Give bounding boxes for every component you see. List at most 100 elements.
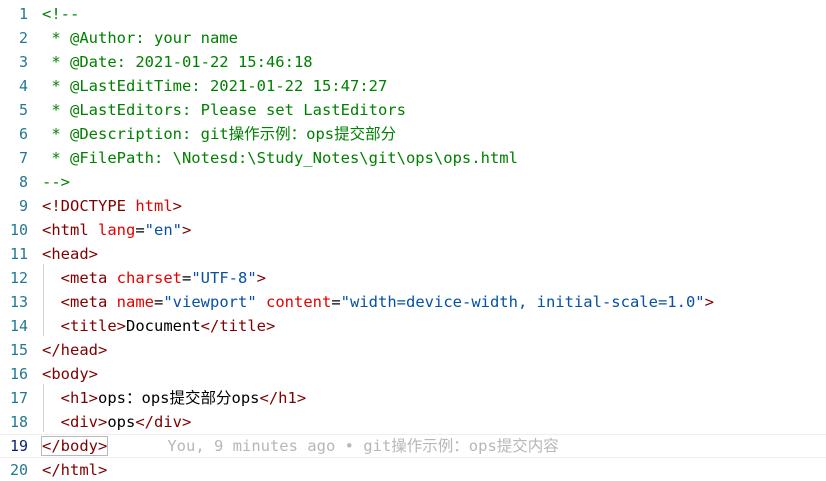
code-line[interactable]: 7 * @FilePath: \Notesd:\Study_Notes\git\… bbox=[0, 146, 826, 170]
code-token: = bbox=[153, 293, 164, 311]
line-number: 18 bbox=[9, 413, 28, 431]
code-line[interactable]: 4 * @LastEditTime: 2021-01-22 15:47:27 bbox=[0, 74, 826, 98]
line-number: 3 bbox=[18, 53, 28, 71]
code-line[interactable]: 17 <h1>ops：ops提交部分ops</h1> bbox=[0, 386, 826, 410]
code-token: > bbox=[256, 269, 266, 287]
line-number: 9 bbox=[18, 197, 28, 215]
code-token: charset bbox=[116, 269, 182, 287]
code-token: lang bbox=[98, 221, 136, 239]
code-line[interactable]: 13 <meta name="viewport" content="width=… bbox=[0, 290, 826, 314]
code-line[interactable]: 16 <body> bbox=[0, 362, 826, 386]
line-number: 7 bbox=[18, 149, 28, 167]
code-token: "en" bbox=[144, 221, 182, 239]
git-blame-annotation: You, 9 minutes ago • git操作示例：ops提交内容 bbox=[167, 437, 559, 455]
code-text[interactable]: <!DOCTYPE html> bbox=[42, 194, 182, 218]
line-number: 14 bbox=[9, 317, 28, 335]
line-number: 4 bbox=[18, 77, 28, 95]
code-line[interactable]: 18 <div>ops</div> bbox=[0, 410, 826, 434]
code-token: "width=device-width, initial-scale=1.0" bbox=[340, 293, 705, 311]
code-token: <html bbox=[42, 221, 98, 239]
code-token: <head> bbox=[42, 245, 98, 263]
line-number: 5 bbox=[18, 101, 28, 119]
code-text[interactable]: <h1>ops：ops提交部分ops</h1> bbox=[42, 386, 307, 410]
code-token: <meta bbox=[42, 269, 117, 287]
code-line[interactable]: 12 <meta charset="UTF-8"> bbox=[0, 266, 826, 290]
line-number: 13 bbox=[9, 293, 28, 311]
line-number: 20 bbox=[9, 461, 28, 479]
code-text[interactable]: * @Date: 2021-01-22 15:46:18 bbox=[42, 50, 313, 74]
line-number: 1 bbox=[18, 5, 28, 23]
code-line[interactable]: 20 </html> bbox=[0, 458, 826, 481]
code-token: ops：ops提交部分ops bbox=[98, 389, 260, 407]
line-number: 11 bbox=[9, 245, 28, 263]
code-text[interactable]: --> bbox=[42, 170, 70, 194]
code-line[interactable]: 1 <!-- bbox=[0, 2, 826, 26]
code-token: html bbox=[135, 197, 173, 215]
code-token: Document bbox=[126, 317, 201, 335]
code-line[interactable]: 10 <html lang="en"> bbox=[0, 218, 826, 242]
code-token: </html> bbox=[42, 461, 108, 479]
code-text[interactable]: * @FilePath: \Notesd:\Study_Notes\git\op… bbox=[42, 146, 518, 170]
line-number: 10 bbox=[9, 221, 28, 239]
code-text[interactable]: * @Description: git操作示例：ops提交部分 bbox=[42, 122, 396, 146]
code-line[interactable]: 11 <head> bbox=[0, 242, 826, 266]
code-line[interactable]: 15 </head> bbox=[0, 338, 826, 362]
code-token: * @FilePath: \Notesd:\Study_Notes\git\op… bbox=[42, 149, 518, 167]
code-token: <title> bbox=[42, 317, 126, 335]
code-text[interactable]: <!-- bbox=[42, 2, 79, 26]
code-text[interactable]: <meta charset="UTF-8"> bbox=[42, 266, 266, 290]
code-text[interactable]: <div>ops</div> bbox=[42, 410, 192, 434]
line-number: 2 bbox=[18, 29, 28, 47]
code-text[interactable]: <html lang="en"> bbox=[42, 218, 191, 242]
code-token: </h1> bbox=[259, 389, 307, 407]
code-token: > bbox=[704, 293, 714, 311]
line-number: 16 bbox=[9, 365, 28, 383]
code-line[interactable]: 9 <!DOCTYPE html> bbox=[0, 194, 826, 218]
code-token: </title> bbox=[200, 317, 276, 335]
code-token: <!-- bbox=[42, 5, 80, 23]
code-text[interactable]: <body> bbox=[42, 362, 98, 386]
code-text[interactable]: </body> You, 9 minutes ago • git操作示例：ops提… bbox=[40, 434, 559, 458]
code-token: </head> bbox=[42, 341, 108, 359]
code-token: > bbox=[182, 221, 192, 239]
code-line[interactable]: 2 * @Author: your name bbox=[0, 26, 826, 50]
line-number: 17 bbox=[9, 389, 28, 407]
code-line[interactable]: 6 * @Description: git操作示例：ops提交部分 bbox=[0, 122, 826, 146]
code-text[interactable]: </html> bbox=[42, 458, 107, 481]
code-line[interactable]: 3 * @Date: 2021-01-22 15:46:18 bbox=[0, 50, 826, 74]
code-token: "UTF-8" bbox=[191, 269, 257, 287]
code-token: name bbox=[116, 293, 154, 311]
code-text[interactable]: <meta name="viewport" content="width=dev… bbox=[42, 290, 714, 314]
code-token: = bbox=[135, 221, 145, 239]
line-number: 15 bbox=[9, 341, 28, 359]
code-token: --> bbox=[42, 173, 70, 191]
code-token: </div> bbox=[135, 413, 192, 431]
line-number: 19 bbox=[9, 437, 28, 455]
code-token: <body> bbox=[42, 365, 98, 383]
code-editor[interactable]: 1 <!-- 2 * @Author: your name 3 * @Date: 20… bbox=[0, 0, 826, 481]
code-text[interactable]: * @LastEditTime: 2021-01-22 15:47:27 bbox=[42, 74, 387, 98]
code-token: "viewport" bbox=[163, 293, 257, 311]
code-token: * @Date: 2021-01-22 15:46:18 bbox=[42, 53, 313, 71]
code-line[interactable]: 8 --> bbox=[0, 170, 826, 194]
code-token: * @Author: your name bbox=[42, 29, 238, 47]
code-token: <div> bbox=[42, 413, 108, 431]
code-token: * @LastEditTime: 2021-01-22 15:47:27 bbox=[42, 77, 388, 95]
code-text[interactable]: * @Author: your name bbox=[42, 26, 238, 50]
line-number: 12 bbox=[9, 269, 28, 287]
code-line[interactable]: 5 * @LastEditors: Please set LastEditors bbox=[0, 98, 826, 122]
code-token: content bbox=[266, 293, 332, 311]
code-token: <!DOCTYPE bbox=[42, 197, 136, 215]
code-token: ops bbox=[107, 413, 136, 431]
code-text[interactable]: </head> bbox=[42, 338, 107, 362]
code-text[interactable]: <head> bbox=[42, 242, 98, 266]
code-line[interactable]: 14 <title>Document</title> bbox=[0, 314, 826, 338]
line-number: 6 bbox=[18, 125, 28, 143]
line-number: 8 bbox=[18, 173, 28, 191]
code-text[interactable]: * @LastEditors: Please set LastEditors bbox=[42, 98, 406, 122]
code-token: = bbox=[181, 269, 192, 287]
code-text[interactable]: <title>Document</title> bbox=[42, 314, 276, 338]
code-token: <meta bbox=[42, 293, 117, 311]
code-line[interactable]: 19 </body> You, 9 minutes ago • git操作示例：op… bbox=[0, 434, 826, 458]
